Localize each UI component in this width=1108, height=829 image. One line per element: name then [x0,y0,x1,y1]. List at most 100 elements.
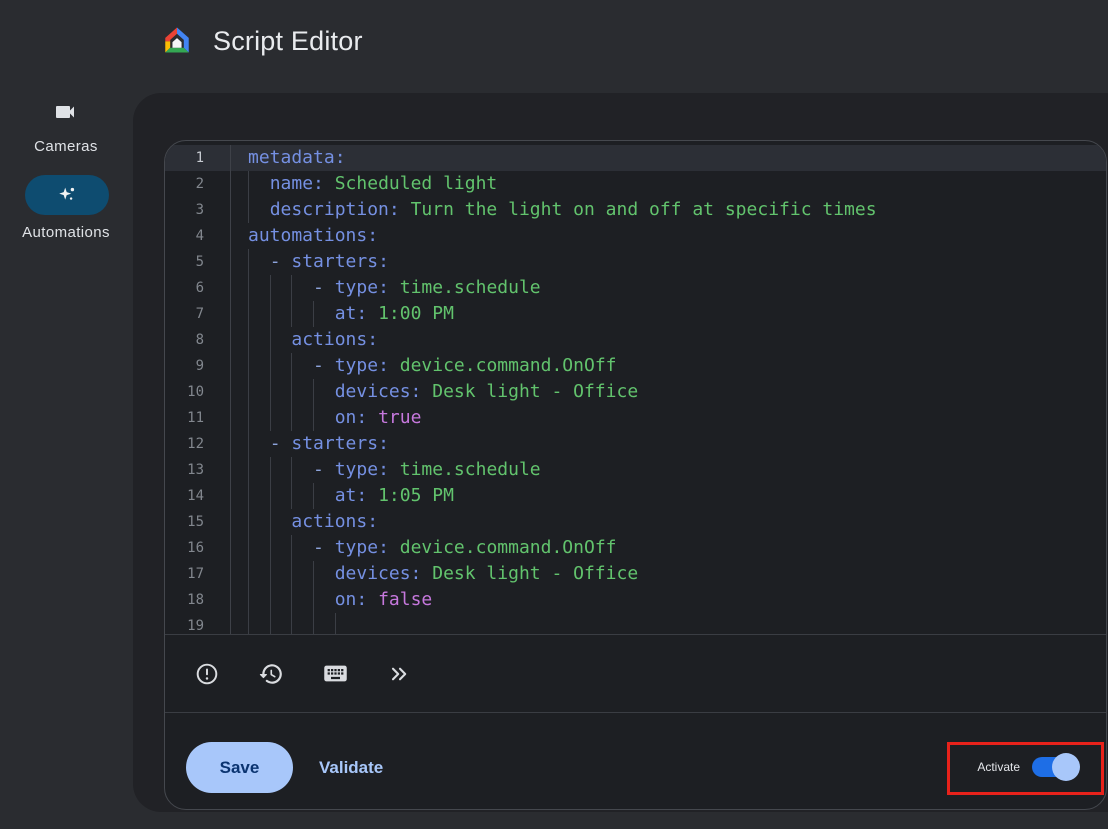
code-area[interactable]: 1metadata:2 name: Scheduled light3 descr… [165,141,1106,634]
line-number: 13 [165,457,231,483]
code-line[interactable]: 19 [165,613,1106,634]
indent-guide [248,275,249,301]
editor-card: 1metadata:2 name: Scheduled light3 descr… [133,93,1108,812]
code-line[interactable]: 8 actions: [165,327,1106,353]
code-line[interactable]: 16 - type: device.command.OnOff [165,535,1106,561]
code-line[interactable]: 12 - starters: [165,431,1106,457]
line-number: 12 [165,431,231,457]
indent-guide [248,509,249,535]
script-editor-page: Script Editor Cameras Automations 1metad… [0,0,1108,829]
error-icon[interactable] [187,654,227,694]
page-title: Script Editor [213,26,363,57]
automations-active-pill[interactable] [25,175,109,215]
indent-guide [313,587,314,613]
indent-guide [270,535,271,561]
indent-guide [291,405,292,431]
indent-guide [248,613,249,634]
indent-guide [248,561,249,587]
indent-guide [248,431,249,457]
save-button[interactable]: Save [186,742,293,793]
line-number: 15 [165,509,231,535]
indent-guide [248,249,249,275]
indent-guide [313,613,314,634]
code-line[interactable]: 14 at: 1:05 PM [165,483,1106,509]
sparkle-icon [56,184,78,206]
line-number: 14 [165,483,231,509]
line-number: 16 [165,535,231,561]
indent-guide [291,561,292,587]
indent-guide [248,587,249,613]
indent-guide [248,301,249,327]
indent-guide [270,275,271,301]
indent-guide [291,379,292,405]
sidebar-item-cameras-label: Cameras [0,138,132,155]
code-line[interactable]: 1metadata: [165,145,1106,171]
line-number: 2 [165,171,231,197]
indent-guide [313,379,314,405]
line-number: 17 [165,561,231,587]
indent-guide [248,171,249,197]
code-line[interactable]: 7 at: 1:00 PM [165,301,1106,327]
code-line[interactable]: 9 - type: device.command.OnOff [165,353,1106,379]
line-number: 5 [165,249,231,275]
indent-guide [248,457,249,483]
line-number: 7 [165,301,231,327]
line-number: 6 [165,275,231,301]
indent-guide [313,483,314,509]
code-line[interactable]: 10 devices: Desk light - Office [165,379,1106,405]
indent-guide [291,457,292,483]
indent-guide [248,327,249,353]
validate-button[interactable]: Validate [305,742,397,793]
indent-guide [291,613,292,634]
indent-guide [335,613,336,634]
code-line[interactable]: 6 - type: time.schedule [165,275,1106,301]
code-line[interactable]: 13 - type: time.schedule [165,457,1106,483]
double-chevron-icon[interactable] [379,654,419,694]
keyboard-icon[interactable] [315,654,355,694]
indent-guide [313,405,314,431]
activate-control: Activate [977,757,1076,777]
indent-guide [291,535,292,561]
indent-guide [270,587,271,613]
indent-guide [291,353,292,379]
indent-guide [270,301,271,327]
code-line[interactable]: 2 name: Scheduled light [165,171,1106,197]
code-line[interactable]: 4automations: [165,223,1106,249]
indent-guide [248,353,249,379]
indent-guide [270,561,271,587]
line-number: 11 [165,405,231,431]
code-line[interactable]: 5 - starters: [165,249,1106,275]
code-line[interactable]: 11 on: true [165,405,1106,431]
indent-guide [248,379,249,405]
indent-guide [270,327,271,353]
history-icon[interactable] [251,654,291,694]
indent-guide [270,483,271,509]
indent-guide [248,405,249,431]
editor-toolbar [165,634,1106,712]
code-line[interactable]: 18 on: false [165,587,1106,613]
script-editor-panel: 1metadata:2 name: Scheduled light3 descr… [164,140,1107,810]
indent-guide [313,561,314,587]
indent-guide [270,353,271,379]
code-line[interactable]: 3 description: Turn the light on and off… [165,197,1106,223]
toggle-knob [1052,753,1080,781]
indent-guide [291,275,292,301]
sidebar-item-automations-label: Automations [0,224,132,241]
indent-guide [248,197,249,223]
line-number: 4 [165,223,231,249]
camera-icon [53,100,77,124]
line-number: 9 [165,353,231,379]
code-line[interactable]: 17 devices: Desk light - Office [165,561,1106,587]
indent-guide [270,405,271,431]
line-number: 3 [165,197,231,223]
indent-guide [270,509,271,535]
code-line[interactable]: 15 actions: [165,509,1106,535]
indent-guide [291,587,292,613]
indent-guide [270,457,271,483]
indent-guide [248,535,249,561]
line-number: 10 [165,379,231,405]
line-number: 1 [165,145,231,171]
activate-toggle[interactable] [1032,757,1076,777]
line-number: 19 [165,613,231,634]
indent-guide [313,301,314,327]
